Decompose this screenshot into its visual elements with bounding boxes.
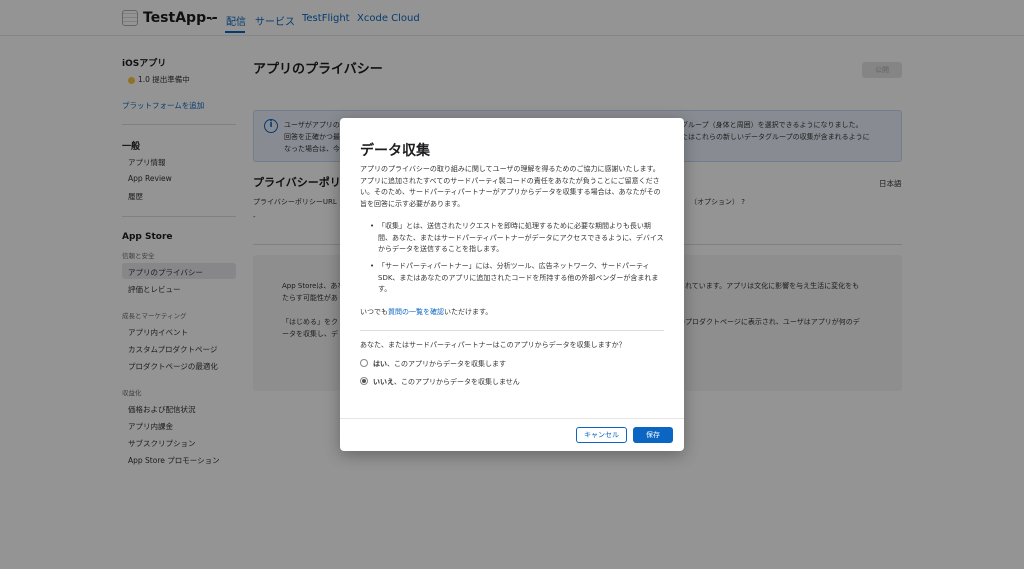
list-item: • 「収集」とは、送信されたリクエストを即時に処理するために必要な期間よりも長い…: [370, 221, 664, 256]
collection-question: あなた、またはサードパーティパートナーはこのアプリからデータを収集しますか？: [360, 341, 626, 349]
bullet-icon: •: [370, 262, 375, 270]
radio-no[interactable]: [360, 377, 368, 385]
dialog-footer-divider: [340, 418, 684, 419]
radio-yes-label[interactable]: はい、このアプリからデータを収集します: [373, 359, 506, 369]
radio-no-rest: 、このアプリからデータを収集しません: [394, 378, 520, 386]
dialog-intro-text: アプリのプライバシーの取り組みに関してユーザの理解を得るためのご協力に感謝いたし…: [360, 165, 661, 208]
bullet-text: 「サードパーティパートナー」には、分析ツール、広告ネットワーク、サードパーティS…: [378, 262, 659, 293]
faq-suffix: いただけます。: [444, 308, 493, 316]
radio-no-bold: いいえ: [373, 378, 394, 386]
faq-prefix: いつでも: [360, 308, 388, 316]
bullet-text: 「収集」とは、送信されたリクエストを即時に処理するために必要な期間よりも長い期間…: [378, 222, 664, 253]
cancel-button[interactable]: キャンセル: [576, 427, 627, 443]
save-button[interactable]: 保存: [633, 427, 673, 443]
radio-yes-bold: はい: [373, 360, 387, 368]
list-item: • 「サードパーティパートナー」には、分析ツール、広告ネットワーク、サードパーテ…: [370, 261, 664, 296]
dialog-title: データ収集: [360, 143, 430, 159]
radio-yes-rest: 、このアプリからデータを収集します: [387, 360, 506, 368]
bullet-icon: •: [370, 222, 375, 230]
dialog-divider: [360, 330, 664, 331]
faq-line: いつでも質問の一覧を確認いただけます。: [360, 307, 492, 317]
faq-link[interactable]: 質問の一覧を確認: [388, 308, 444, 316]
radio-yes[interactable]: [360, 359, 368, 367]
data-collection-dialog: データ収集 アプリのプライバシーの取り組みに関してユーザの理解を得るためのご協力…: [340, 118, 684, 451]
radio-no-label[interactable]: いいえ、このアプリからデータを収集しません: [373, 377, 520, 387]
